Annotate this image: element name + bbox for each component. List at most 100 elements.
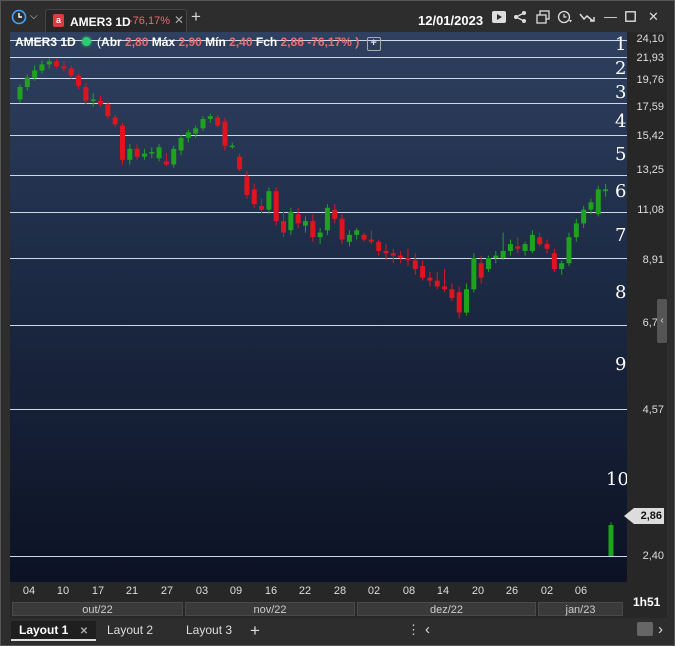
candle[interactable] [76, 73, 82, 90]
candle[interactable] [339, 214, 345, 245]
axis-collapse-handle[interactable]: ‹ [657, 299, 667, 343]
candle[interactable] [522, 241, 528, 256]
candle[interactable] [295, 207, 301, 228]
chevron-right-icon[interactable]: › [658, 621, 663, 638]
candle[interactable] [288, 207, 294, 235]
share-icon[interactable] [513, 10, 527, 27]
chart-area[interactable]: AMER3 1D (Abr 2,80 Máx 2,90 Mín 2,40 Fch… [10, 32, 627, 582]
trend-icon[interactable] [579, 10, 595, 27]
close-window-icon[interactable]: ✕ [648, 10, 659, 24]
windows-icon[interactable] [536, 10, 550, 27]
candle[interactable] [112, 114, 118, 127]
chevron-left-icon[interactable]: ‹ [425, 621, 430, 638]
candle[interactable] [281, 211, 287, 238]
candle[interactable] [193, 125, 199, 138]
candle[interactable] [141, 148, 147, 160]
chevron-down-icon[interactable]: ⌵ [30, 10, 38, 24]
candle[interactable] [500, 232, 506, 261]
candle[interactable] [266, 187, 272, 215]
candle[interactable] [507, 239, 513, 256]
tab-layout-2[interactable]: Layout 2 [99, 621, 161, 639]
candle[interactable] [171, 145, 177, 168]
candle[interactable] [354, 227, 360, 240]
candle[interactable] [412, 253, 418, 275]
candle[interactable] [178, 134, 184, 156]
candle[interactable] [332, 204, 338, 224]
add-layout-icon[interactable]: + [250, 621, 260, 641]
candle[interactable] [559, 260, 565, 275]
close-icon[interactable]: ✕ [80, 626, 88, 637]
candle[interactable] [595, 185, 601, 217]
candle[interactable] [398, 251, 404, 264]
candle[interactable] [134, 144, 140, 160]
layout-scrollbar[interactable] [637, 622, 653, 636]
candle[interactable] [529, 230, 535, 254]
close-icon[interactable]: ✕ [174, 13, 184, 27]
candle[interactable] [544, 239, 550, 254]
candle[interactable] [68, 65, 74, 79]
candle[interactable] [346, 230, 352, 247]
candle[interactable] [156, 144, 162, 162]
candle[interactable] [485, 255, 491, 272]
add-tab-icon[interactable]: + [191, 8, 201, 25]
candle[interactable] [207, 113, 213, 123]
candlestick-chart[interactable] [10, 32, 627, 582]
candle[interactable] [61, 61, 67, 72]
candle[interactable] [119, 122, 125, 165]
candle[interactable] [163, 153, 169, 167]
candle[interactable] [427, 271, 433, 287]
candle[interactable] [566, 232, 572, 267]
candle[interactable] [478, 255, 484, 284]
candle[interactable] [302, 216, 308, 233]
candle[interactable] [317, 227, 323, 245]
tab-chart[interactable]: a AMER3 1D -76,17% ✕ [45, 9, 187, 32]
candle[interactable] [442, 269, 448, 293]
candle[interactable] [98, 95, 104, 107]
candle[interactable] [361, 232, 367, 242]
candle[interactable] [390, 248, 396, 264]
candle[interactable] [420, 260, 426, 281]
candle[interactable] [127, 144, 133, 165]
tab-layout-1[interactable]: Layout 1 ✕ [11, 621, 97, 641]
candle[interactable] [185, 129, 191, 143]
candle[interactable] [83, 83, 89, 105]
candle[interactable] [251, 183, 257, 208]
add-indicator-icon[interactable]: + [366, 37, 381, 51]
candle[interactable] [310, 214, 316, 242]
candle[interactable] [105, 101, 111, 119]
candle[interactable] [573, 218, 579, 242]
candle[interactable] [237, 153, 243, 171]
minimize-icon[interactable]: — [604, 10, 617, 24]
candle[interactable] [54, 58, 60, 69]
candle[interactable] [229, 142, 235, 149]
candle[interactable] [456, 286, 462, 319]
candle[interactable] [200, 116, 206, 131]
candle[interactable] [39, 60, 45, 74]
candle[interactable] [449, 283, 455, 301]
candle[interactable] [608, 522, 614, 556]
candle[interactable] [324, 204, 330, 235]
candle[interactable] [493, 251, 499, 264]
candle[interactable] [464, 283, 470, 316]
candle[interactable] [581, 205, 587, 228]
candle[interactable] [24, 74, 30, 91]
candle[interactable] [434, 271, 440, 290]
tab-layout-3[interactable]: Layout 3 [178, 621, 240, 639]
candle[interactable] [515, 237, 521, 254]
more-icon[interactable]: ⋮ [407, 622, 420, 638]
candle[interactable] [376, 239, 382, 256]
candle[interactable] [259, 198, 265, 215]
candle[interactable] [537, 232, 543, 247]
history-icon[interactable] [557, 10, 573, 27]
play-icon[interactable] [492, 11, 506, 26]
clock-icon[interactable] [11, 9, 27, 28]
candle[interactable] [551, 248, 557, 272]
candle[interactable] [215, 114, 221, 127]
maximize-icon[interactable] [625, 11, 636, 25]
candle[interactable] [149, 147, 155, 159]
candle[interactable] [588, 198, 594, 215]
candle[interactable] [273, 187, 279, 226]
candle[interactable] [368, 230, 374, 245]
candle[interactable] [405, 248, 411, 267]
candle[interactable] [90, 93, 96, 107]
